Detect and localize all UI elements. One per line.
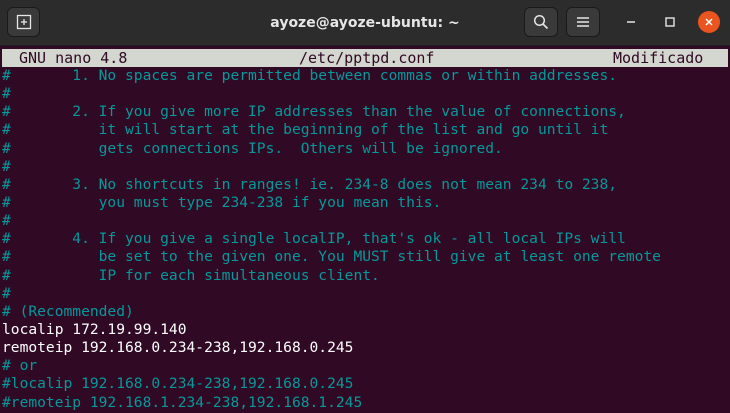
maximize-icon	[665, 17, 675, 27]
comment-line: # it will start at the beginning of the …	[2, 121, 609, 139]
maximize-button[interactable]	[659, 11, 681, 33]
config-line: localip 172.19.99.140	[2, 320, 187, 338]
config-line: remoteip 192.168.0.234-238,192.168.0.245	[2, 339, 354, 357]
comment-line: #	[2, 284, 11, 302]
nano-version: GNU nano 4.8	[19, 49, 128, 67]
comment-line: # 2. If you give more IP addresses than …	[2, 103, 626, 121]
hamburger-menu-icon	[577, 17, 589, 27]
comment-line: # or	[2, 357, 38, 375]
close-icon	[705, 18, 713, 26]
comment-line: #	[2, 85, 11, 103]
comment-line: # 3. No shortcuts in ranges! ie. 234-8 d…	[2, 175, 618, 193]
nano-filename: /etc/pptpd.conf	[299, 49, 435, 67]
comment-line: #	[2, 157, 11, 175]
minimize-icon	[627, 21, 635, 23]
comment-line: # gets connections IPs. Others will be i…	[2, 139, 503, 157]
comment-line: # 4. If you give a single localIP, that'…	[2, 230, 626, 248]
editor-text-area[interactable]: # 1. No spaces are permitted between com…	[2, 67, 728, 412]
comment-line: #remoteip 192.168.1.234-238,192.168.1.24…	[2, 393, 363, 411]
comment-line: # (Recommended)	[2, 302, 134, 320]
comment-line: #	[2, 212, 11, 230]
comment-line: #localip 192.168.0.234-238,192.168.0.245	[2, 375, 354, 393]
terminal-titlebar: ayoze@ayoze-ubuntu: ~	[0, 0, 730, 46]
search-button[interactable]	[524, 7, 558, 37]
comment-line: # 1. No spaces are permitted between com…	[2, 67, 618, 84]
comment-line: # IP for each simultaneous client.	[2, 266, 380, 284]
menu-button[interactable]	[566, 7, 600, 37]
search-icon	[533, 14, 549, 30]
comment-line: # be set to the given one. You MUST stil…	[2, 248, 661, 266]
nano-modified-status: Modificado	[613, 49, 704, 67]
new-tab-icon	[16, 14, 31, 30]
minimize-button[interactable]	[620, 11, 642, 33]
nano-header-bar: GNU nano 4.8 /etc/pptpd.conf Modificado	[2, 49, 728, 67]
close-button[interactable]	[698, 11, 720, 33]
new-tab-button[interactable]	[7, 7, 40, 37]
comment-line: # you must type 234-238 if you mean this…	[2, 193, 442, 211]
